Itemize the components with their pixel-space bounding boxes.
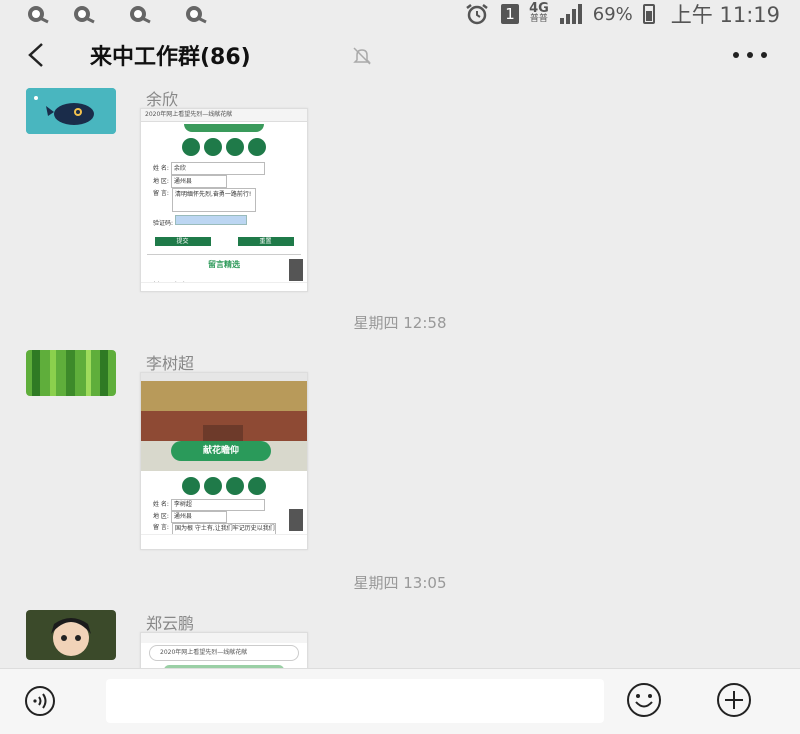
qq-icon [28,6,49,24]
qq-icon [186,6,207,24]
shot-hero-image: 献花瞻仰 [141,381,307,471]
shot-section-title [141,138,307,156]
timestamp: 星期四 13:05 [353,574,447,592]
avatar[interactable] [26,610,116,660]
message-list[interactable]: 余欣 2020年网上看望先烈—线献花献 姓 名: 余欣 地 区: 通州县 留 言… [0,82,800,668]
more-dots-icon[interactable] [728,42,772,68]
chat-title: 来中工作群(86) [90,45,251,70]
clock: 上午 11:19 [670,3,780,27]
image-message[interactable]: 2020年网上看望先烈—线献花献 姓 名: 余欣 地 区: 通州县 留 言: 清… [140,108,308,292]
input-bar [0,668,800,734]
sim-slot-badge: 1 [501,4,520,24]
shot-page-title: 2020年网上看望先烈—线献花献 [149,645,299,661]
avatar[interactable] [26,88,116,134]
status-bar: 1 4G 普普 69% 上午 11:19 [0,0,800,28]
signal-icon [559,4,582,24]
shot-page-title: 2020年网上看望先烈—线献花献 [141,109,307,122]
bamboo-avatar-icon [26,350,116,396]
plus-icon[interactable] [716,682,752,718]
cartoon-avatar-icon [26,610,116,660]
shot-buttons: 提交 重置 [141,237,307,246]
image-message[interactable]: 2020年网上看望先烈—线献花献 [140,632,308,668]
message-input[interactable] [106,679,604,723]
whale-avatar-icon [26,88,116,134]
sender-name: 余欣 [146,90,179,109]
shot-form: 姓 名: 余欣 地 区: 通州县 留 言: 清明缅怀先烈,奋勇一路前行! 验证码… [141,156,307,229]
chat-header: 来中工作群(86) [0,28,800,82]
back-arrow-icon[interactable] [22,38,52,72]
mute-bell-icon [353,47,371,65]
alarm-icon [466,4,488,25]
sender-name: 李树超 [146,354,195,373]
shot-section-title [141,477,307,495]
sender-name: 郑云鹏 [146,614,195,633]
battery-percent: 69% [592,3,633,25]
qq-icon [74,6,95,24]
shot-banner [184,124,264,132]
avatar[interactable] [26,350,116,396]
battery-icon [642,4,655,24]
voice-icon[interactable] [24,685,56,717]
image-message[interactable]: 献花瞻仰 姓 名: 李树超 地 区: 通州县 留 言: 国为根 守土有,让我们牢… [140,372,308,550]
shot-banner-button: 献花瞻仰 [171,441,271,461]
qq-icon [130,6,151,24]
shot-picks-title: 留言精选 [208,260,240,269]
emoji-icon[interactable] [626,682,662,718]
timestamp: 星期四 12:58 [353,314,447,332]
network-type: 4G 普普 [529,1,549,24]
